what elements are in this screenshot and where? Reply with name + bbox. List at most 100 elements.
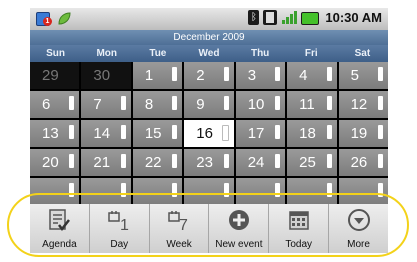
calendar-day-cell[interactable]: 13 [30, 120, 80, 147]
day-number: 19 [350, 125, 368, 142]
calendar-day-cell[interactable]: 8 [132, 91, 183, 118]
day-number: 29 [42, 67, 59, 84]
week-icon: 7 [150, 208, 209, 232]
event-indicator [326, 67, 332, 81]
event-indicator [172, 125, 178, 139]
calendar-day-cell[interactable] [132, 178, 183, 205]
agenda-icon [30, 208, 89, 232]
day-number: 11 [299, 96, 315, 113]
weekday-label: Fri [304, 48, 318, 59]
calendar-day-cell[interactable]: 2 [184, 62, 234, 89]
calendar-notification-icon[interactable]: 1 [36, 11, 52, 26]
calendar-day-cell[interactable]: 5 [338, 62, 388, 89]
event-indicator [223, 183, 229, 197]
event-indicator [172, 183, 178, 197]
calendar-day-cell[interactable] [338, 178, 388, 205]
day-number: 10 [247, 96, 265, 113]
event-indicator [377, 154, 383, 168]
event-indicator [223, 96, 229, 110]
calendar-day-cell[interactable]: 22 [132, 149, 183, 176]
calendar-day-cell[interactable]: 15 [132, 120, 183, 147]
calendar-day-cell[interactable]: 18 [287, 120, 337, 147]
weekday-label: Wed [198, 48, 220, 59]
calendar-day-cell[interactable] [235, 178, 286, 205]
event-indicator [120, 154, 126, 168]
calendar-day-cell[interactable]: 1 [132, 62, 183, 89]
menu-week-button[interactable]: 7 Week [150, 204, 210, 253]
event-indicator [275, 154, 281, 168]
day-number: 13 [42, 125, 59, 142]
weekday-label: Mon [96, 48, 117, 59]
event-indicator [275, 125, 281, 139]
bluetooth-icon: ᛒ [248, 10, 260, 25]
status-clock: 10:30 AM [325, 10, 382, 25]
calendar-day-cell[interactable]: 29 [30, 62, 80, 89]
event-indicator [120, 125, 126, 139]
calendar-day-cell[interactable]: 12 [338, 91, 388, 118]
event-indicator [172, 154, 178, 168]
chevron-down-icon [329, 208, 388, 232]
weekday-label: Sat [354, 48, 371, 59]
calendar-day-cell[interactable]: 14 [81, 120, 131, 147]
phone-screen: 1 ᛒ 10:30 AM December 2009 Sun Mon Tue W… [30, 8, 388, 253]
menu-label: Today [285, 239, 313, 250]
calendar-day-cell[interactable] [81, 178, 131, 205]
weekday-label: Thu [250, 48, 270, 59]
calendar-day-cell[interactable]: 16 [184, 120, 234, 147]
day-number: 20 [42, 154, 59, 171]
calendar-day-cell[interactable] [184, 178, 234, 205]
event-indicator [120, 96, 126, 110]
calendar-day-cell[interactable]: 9 [184, 91, 234, 118]
calendar-day-cell[interactable]: 19 [338, 120, 388, 147]
day-number: 15 [144, 125, 162, 142]
menu-day-button[interactable]: 1 Day [90, 204, 150, 253]
event-indicator [69, 183, 75, 197]
status-bar: 1 ᛒ 10:30 AM [30, 8, 388, 30]
weekday-label: Tue [149, 48, 167, 59]
calendar-day-cell[interactable]: 10 [235, 91, 286, 118]
event-indicator [120, 183, 126, 197]
calendar-day-cell[interactable]: 4 [287, 62, 337, 89]
menu-today-button[interactable]: Today [269, 204, 330, 253]
calendar-day-cell[interactable]: 25 [287, 149, 337, 176]
calendar-day-cell[interactable]: 7 [81, 91, 131, 118]
battery-icon [301, 12, 320, 25]
calendar-day-cell[interactable]: 17 [235, 120, 286, 147]
day-number: 5 [350, 67, 359, 84]
event-indicator [326, 125, 332, 139]
event-indicator [221, 125, 229, 141]
day-icon: 1 [90, 208, 149, 232]
month-grid: 29 30 1 2 3 4 5 6 7 8 9 10 11 12 13 14 15 16 17 18 19 20 21 22 2… [30, 62, 388, 205]
calendar-day-cell[interactable]: 6 [30, 91, 80, 118]
event-indicator [326, 183, 332, 197]
day-number: 17 [247, 125, 265, 142]
menu-label: More [347, 239, 370, 250]
day-number: 26 [350, 154, 368, 171]
event-indicator [69, 125, 75, 139]
event-indicator [172, 96, 178, 110]
calendar-day-cell[interactable]: 24 [235, 149, 286, 176]
calendar-day-cell[interactable]: 30 [81, 62, 131, 89]
menu-new-event-button[interactable]: New event [209, 204, 270, 253]
menu-more-button[interactable]: More [329, 204, 388, 253]
calendar-day-cell[interactable]: 11 [287, 91, 337, 118]
day-number: 23 [196, 154, 213, 171]
svg-text:7: 7 [179, 217, 188, 232]
menu-agenda-button[interactable]: Agenda [30, 204, 90, 253]
calendar-day-cell[interactable] [287, 178, 337, 205]
day-number: 7 [93, 96, 102, 113]
day-number: 30 [93, 67, 111, 84]
calendar-day-cell[interactable]: 26 [338, 149, 388, 176]
day-number: 18 [299, 125, 316, 142]
event-indicator [69, 96, 75, 110]
event-indicator [326, 96, 332, 110]
calendar-day-cell[interactable]: 21 [81, 149, 131, 176]
weekday-label: Sun [46, 48, 66, 59]
calendar-day-cell[interactable]: 20 [30, 149, 80, 176]
calendar-day-cell[interactable]: 3 [235, 62, 286, 89]
event-indicator [275, 183, 281, 197]
notification-badge: 1 [43, 17, 52, 26]
calendar-day-cell[interactable]: 23 [184, 149, 234, 176]
calendar-day-cell[interactable] [30, 178, 80, 205]
event-indicator [377, 125, 383, 139]
